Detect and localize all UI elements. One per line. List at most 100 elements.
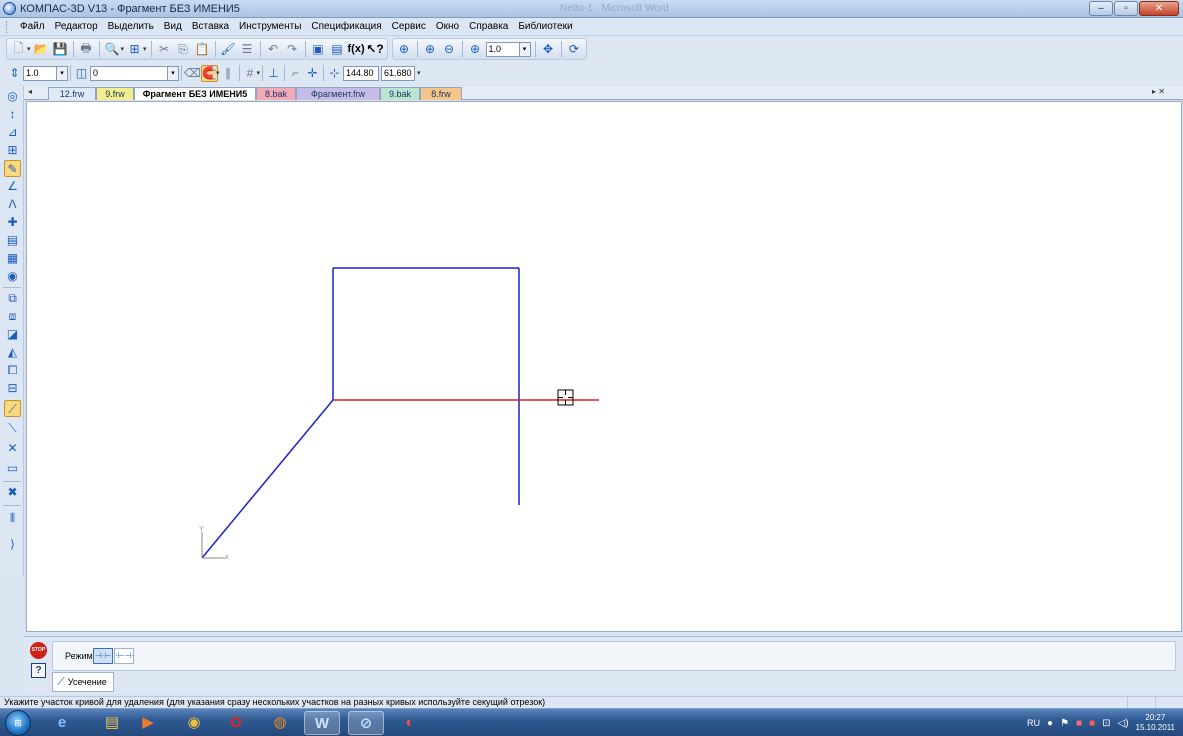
step-input[interactable]: 1.0 — [23, 65, 57, 81]
context-help-icon[interactable]: ↖? — [366, 41, 383, 58]
preview-icon[interactable]: 🔍 — [104, 41, 121, 58]
designations-icon[interactable]: ⊿ — [4, 124, 21, 141]
tab-scroll-left-icon[interactable]: ◂ — [28, 87, 32, 96]
chrome-icon[interactable]: ◉ — [176, 711, 212, 735]
move-icon[interactable]: ⧉ — [4, 290, 21, 307]
menu-window[interactable]: Окно — [431, 21, 464, 32]
editing-icon[interactable]: ✎ — [4, 160, 21, 177]
firefox-icon[interactable]: ◍ — [262, 711, 298, 735]
paste-icon[interactable]: 📋 — [194, 41, 211, 58]
kompas-viewer-icon[interactable]: ◐ — [392, 711, 428, 735]
angle-icon[interactable]: Λ — [4, 196, 21, 213]
menu-tools[interactable]: Инструменты — [234, 21, 306, 32]
flag-icon[interactable]: ⚑ — [1060, 718, 1069, 729]
menu-help[interactable]: Справка — [464, 21, 513, 32]
clock[interactable]: 20:27 15.10.2011 — [1136, 713, 1175, 733]
scale-icon[interactable]: ◪ — [4, 326, 21, 343]
variables-icon[interactable]: ▤ — [329, 41, 346, 58]
zoom-scale-icon[interactable]: ⊕ — [467, 41, 484, 58]
chevron-down-icon[interactable]: ▾ — [168, 65, 179, 81]
deform-icon[interactable]: ⊟ — [4, 380, 21, 397]
tab-8-frw[interactable]: 8.frw — [420, 87, 462, 100]
minimize-button[interactable]: – — [1089, 1, 1113, 16]
tab-9-bak[interactable]: 9.bak — [380, 87, 420, 100]
tab-fragment-frw[interactable]: Фрагмент.frw — [296, 87, 380, 100]
split-curve-icon[interactable]: ✕ — [4, 440, 21, 457]
xy-coords-icon[interactable]: ⊹ — [326, 65, 343, 82]
layer-icon[interactable]: ◫ — [73, 65, 90, 82]
zoom-window-icon[interactable]: ⊕ — [396, 41, 413, 58]
explorer-folder-icon[interactable]: ▤ — [94, 711, 130, 735]
coord-y-field[interactable]: 61.680 — [381, 65, 416, 81]
copy-array-icon[interactable]: ⧠ — [4, 362, 21, 379]
dimensions-icon[interactable]: ↕ — [4, 106, 21, 123]
ortho-icon[interactable]: ⌐ — [287, 65, 304, 82]
help-button[interactable]: ? — [31, 663, 46, 678]
menu-libraries[interactable]: Библиотеки — [513, 21, 577, 32]
cursor-coords-icon[interactable]: ✛ — [304, 65, 321, 82]
convert-icon[interactable]: ⟩ — [4, 536, 21, 553]
spec-icon[interactable]: ▤ — [4, 232, 21, 249]
step-combo[interactable]: 1.0 ▾ — [23, 65, 68, 81]
tab-8-bak[interactable]: 8.bak — [256, 87, 296, 100]
step-icon[interactable]: ⇕ — [6, 65, 23, 82]
kompas-icon[interactable]: ⊘ — [348, 711, 384, 735]
parallel-lines-icon[interactable]: ∥ — [220, 65, 237, 82]
coord-x-field[interactable]: 144.80 — [343, 65, 380, 81]
tab-close-icon[interactable]: ▸ ✕ — [1152, 87, 1165, 96]
trim-curve-icon[interactable]: ⟋ — [4, 400, 21, 417]
cut-icon[interactable]: ✂ — [156, 41, 173, 58]
eraser-icon[interactable]: ⌫ — [184, 65, 201, 82]
mode-trim-segment-icon[interactable]: ⊣·⊢ — [93, 648, 113, 664]
rotate-icon[interactable]: ⧈ — [4, 308, 21, 325]
align-icon[interactable]: ⫴ — [4, 510, 21, 527]
format-brush-icon[interactable]: 🖌 — [220, 41, 237, 58]
volume-icon[interactable]: ◁) — [1118, 718, 1129, 729]
menu-editor[interactable]: Редактор — [50, 21, 103, 32]
function-fx-icon[interactable]: f(x) — [348, 41, 365, 58]
tab-12-frw[interactable]: 12.frw — [48, 87, 96, 100]
word-icon[interactable]: W — [304, 711, 340, 735]
parametrization-icon[interactable]: ⊞ — [4, 142, 21, 159]
mode-keep-segment-icon[interactable]: ·⊢⊣· — [114, 648, 134, 664]
menu-specification[interactable]: Спецификация — [306, 21, 386, 32]
zoom-in-icon[interactable]: ⊕ — [422, 41, 439, 58]
network-icon[interactable]: ⊡ — [1102, 718, 1110, 729]
menu-service[interactable]: Сервис — [387, 21, 431, 32]
insert-icon[interactable]: ◉ — [4, 268, 21, 285]
properties-icon[interactable]: ⊞ — [126, 41, 143, 58]
internet-explorer-icon[interactable]: e — [44, 711, 80, 735]
stop-button[interactable]: STOP — [30, 642, 47, 659]
pan-icon[interactable]: ✥ — [540, 41, 557, 58]
manager-icon[interactable]: ▣ — [310, 41, 327, 58]
local-cs-icon[interactable]: ⊥ — [265, 65, 282, 82]
media-player-icon[interactable]: ▶ — [130, 711, 166, 735]
copy-icon[interactable]: ⎘ — [175, 41, 192, 58]
tab-fragment-unnamed[interactable]: Фрагмент БЕЗ ИМЕНИ5 — [134, 87, 256, 100]
language-indicator[interactable]: RU — [1027, 718, 1040, 728]
layer-combo[interactable]: 0 ▾ — [90, 65, 179, 81]
trim-tab[interactable]: ⟋ Усечение — [52, 672, 114, 692]
menu-file[interactable]: Файл — [15, 21, 50, 32]
delete-icon[interactable]: ✖ — [4, 484, 21, 501]
menu-grip[interactable] — [6, 20, 9, 33]
tray-app-icon[interactable]: ● — [1047, 718, 1053, 729]
drawing-canvas[interactable]: x Y — [26, 101, 1182, 632]
chevron-down-icon[interactable]: ▾ — [57, 65, 68, 81]
start-button-icon[interactable]: ⊞ — [5, 710, 31, 736]
parallel-line-icon[interactable]: ∠ — [4, 178, 21, 195]
measure-icon[interactable]: ✚ — [4, 214, 21, 231]
menu-view[interactable]: Вид — [159, 21, 187, 32]
redo-icon[interactable]: ↷ — [284, 41, 301, 58]
tab-9-frw[interactable]: 9.frw — [96, 87, 134, 100]
antivirus-icon[interactable]: ■ — [1076, 718, 1082, 729]
trim-two-points-icon[interactable]: ⟍ — [4, 420, 21, 437]
zoom-combo[interactable]: 1.0 ▾ — [485, 41, 531, 57]
chevron-down-icon[interactable]: ▾ — [519, 41, 531, 57]
print-icon[interactable]: 🖶 — [78, 41, 95, 58]
refresh-icon[interactable]: ⟳ — [566, 41, 583, 58]
report-icon[interactable]: ▦ — [4, 250, 21, 267]
close-button[interactable]: ✕ — [1139, 1, 1179, 16]
tray-red-icon[interactable]: ■ — [1089, 718, 1095, 729]
break-icon[interactable]: ▭ — [4, 460, 21, 477]
